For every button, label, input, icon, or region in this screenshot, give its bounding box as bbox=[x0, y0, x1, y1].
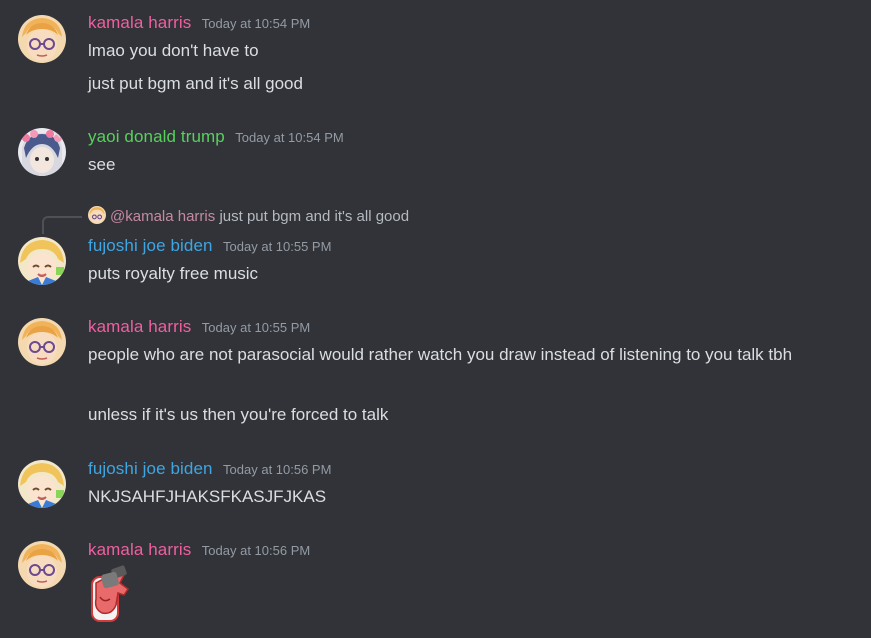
avatar-image bbox=[18, 460, 66, 508]
avatar-image bbox=[18, 128, 66, 176]
avatar[interactable] bbox=[18, 318, 66, 366]
reply-preview[interactable]: @kamala harris just put bgm and it's all… bbox=[88, 206, 409, 225]
avatar[interactable] bbox=[18, 128, 66, 176]
message-text: puts royalty free music bbox=[88, 264, 259, 283]
message-text: NKJSAHFJHAKSFKASJFJKAS bbox=[88, 487, 327, 506]
message-text: lmao you don't have to bbox=[88, 41, 259, 60]
message-text: people who are not parasocial would rath… bbox=[88, 345, 793, 364]
timestamp[interactable]: Today at 10:56 PM bbox=[223, 462, 331, 477]
username[interactable]: fujoshi joe biden bbox=[88, 236, 213, 255]
message-header: yaoi donald trump Today at 10:54 PM bbox=[88, 127, 344, 147]
message-header: kamala harris Today at 10:55 PM bbox=[88, 317, 310, 337]
finger-gun-emoji[interactable] bbox=[88, 563, 132, 625]
reply-spine bbox=[42, 216, 82, 234]
reply-avatar bbox=[88, 206, 106, 224]
timestamp[interactable]: Today at 10:54 PM bbox=[202, 16, 310, 31]
avatar[interactable] bbox=[18, 541, 66, 589]
reply-text: just put bgm and it's all good bbox=[219, 208, 410, 225]
timestamp[interactable]: Today at 10:55 PM bbox=[202, 320, 310, 335]
avatar-image bbox=[18, 15, 66, 63]
avatar[interactable] bbox=[18, 237, 66, 285]
message-text: unless if it's us then you're forced to … bbox=[88, 405, 389, 424]
username[interactable]: yaoi donald trump bbox=[88, 127, 225, 146]
avatar-image bbox=[18, 237, 66, 285]
message-header: fujoshi joe biden Today at 10:55 PM bbox=[88, 236, 331, 256]
username[interactable]: kamala harris bbox=[88, 540, 191, 559]
username[interactable]: kamala harris bbox=[88, 317, 191, 336]
message-header: fujoshi joe biden Today at 10:56 PM bbox=[88, 459, 331, 479]
avatar[interactable] bbox=[18, 15, 66, 63]
timestamp[interactable]: Today at 10:54 PM bbox=[235, 130, 343, 145]
username[interactable]: kamala harris bbox=[88, 13, 191, 32]
reply-mention[interactable]: @kamala harris bbox=[110, 208, 215, 225]
timestamp[interactable]: Today at 10:55 PM bbox=[223, 239, 331, 254]
timestamp[interactable]: Today at 10:56 PM bbox=[202, 543, 310, 558]
avatar[interactable] bbox=[18, 460, 66, 508]
message-header: kamala harris Today at 10:54 PM bbox=[88, 13, 310, 33]
message-text: just put bgm and it's all good bbox=[88, 74, 303, 93]
avatar-image bbox=[18, 541, 66, 589]
username[interactable]: fujoshi joe biden bbox=[88, 459, 213, 478]
avatar-image bbox=[18, 318, 66, 366]
message-header: kamala harris Today at 10:56 PM bbox=[88, 540, 310, 560]
message-text: see bbox=[88, 155, 116, 174]
